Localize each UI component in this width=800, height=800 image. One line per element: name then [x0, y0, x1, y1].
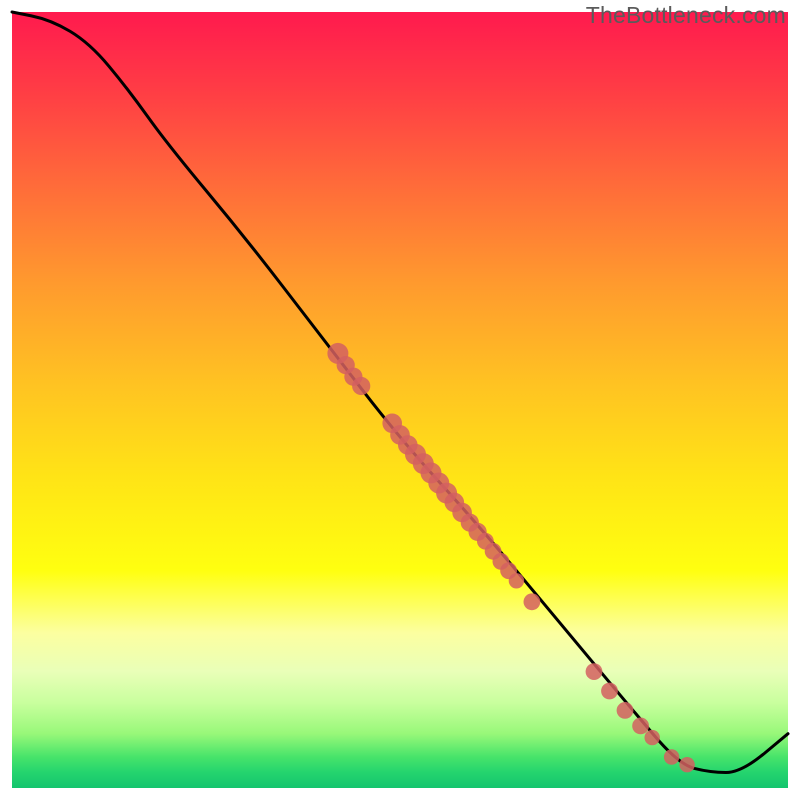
- data-point: [524, 593, 541, 610]
- chart-canvas: TheBottleneck.com: [0, 0, 800, 800]
- data-point: [352, 377, 370, 395]
- data-point: [645, 730, 660, 745]
- data-point: [664, 749, 679, 764]
- data-point: [679, 757, 694, 772]
- data-point: [601, 683, 618, 700]
- chart-overlay: [0, 0, 800, 800]
- data-point: [509, 573, 524, 588]
- data-point: [632, 718, 649, 735]
- bottleneck-curve: [12, 12, 788, 773]
- data-point: [586, 663, 603, 680]
- data-point: [617, 702, 634, 719]
